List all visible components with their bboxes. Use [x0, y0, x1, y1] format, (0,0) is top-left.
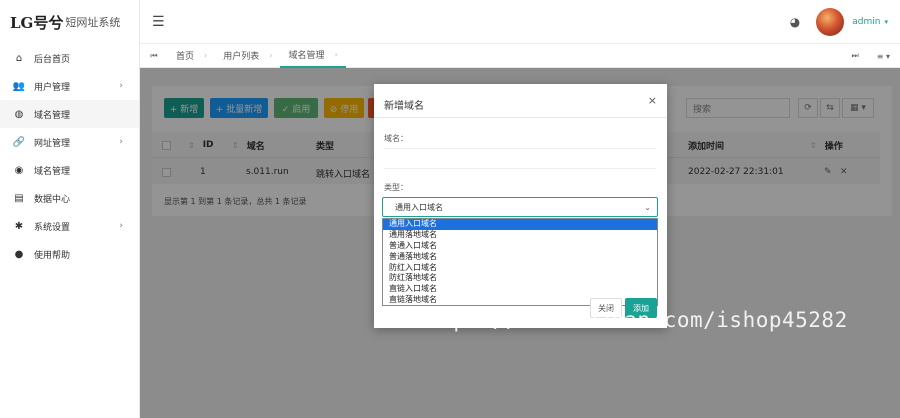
tab-label: 域名管理: [288, 51, 325, 61]
tab-label: 用户列表: [223, 52, 260, 62]
info-icon: ●: [14, 248, 24, 260]
tab-chevron-icon: ›: [334, 50, 338, 59]
sidebar-item-label: 域名管理: [34, 110, 71, 121]
tab-menu-icon[interactable]: ≡ ▾: [877, 52, 890, 61]
domain-input[interactable]: [384, 148, 656, 149]
chevron-right-icon: ›: [119, 221, 123, 231]
avatar[interactable]: [816, 8, 845, 36]
dropdown-option[interactable]: 防红落地域名: [383, 273, 657, 284]
user-caret-icon[interactable]: ▾: [884, 18, 888, 26]
chevron-right-icon: ›: [119, 137, 123, 147]
tab-prev-icon[interactable]: ⏮: [140, 51, 168, 61]
close-icon[interactable]: ×: [648, 94, 657, 107]
sidebar-item-7[interactable]: ● 使用帮助: [0, 240, 139, 268]
tab-0[interactable]: 首页 ›: [168, 44, 215, 68]
gear-icon: ✱: [14, 220, 24, 232]
sidebar-item-3[interactable]: 🔗 网址管理 ›: [0, 128, 139, 156]
dialog-title: 新增域名: [384, 101, 424, 112]
type-dropdown-list: 通用入口域名 通用落地域名 普通入口域名 普通落地域名 防红入口域名 防红落地域名 直链入口…: [382, 218, 658, 306]
sidebar-item-2[interactable]: ◍ 域名管理: [0, 100, 139, 128]
theme-palette-icon[interactable]: ◕: [790, 15, 800, 29]
divider: [384, 168, 656, 169]
eye-icon: ◉: [14, 164, 24, 176]
domain-label: 域名：: [384, 134, 408, 143]
link-icon: 🔗: [12, 136, 26, 148]
page-tabs: ⏮ 首页 › 用户列表 › 域名管理 › ⏭ ≡ ▾: [140, 44, 900, 68]
sidebar-item-label: 域名管理: [34, 166, 71, 177]
sidebar-item-0[interactable]: ⌂ 后台首页: [0, 44, 139, 72]
sidebar-item-6[interactable]: ✱ 系统设置 ›: [0, 212, 139, 240]
sidebar-item-label: 用户管理: [34, 82, 71, 93]
tab-chevron-icon: ›: [269, 51, 273, 60]
tab-label: 首页: [176, 52, 195, 62]
dropdown-option[interactable]: 通用入口域名: [383, 219, 657, 230]
dropdown-option[interactable]: 防红入口域名: [383, 263, 657, 274]
logo-sub-text: 短网址系统: [65, 16, 121, 29]
dropdown-option[interactable]: 通用落地域名: [383, 230, 657, 241]
type-select-value: 通用入口域名: [395, 202, 443, 212]
tab-1[interactable]: 用户列表 ›: [215, 44, 280, 68]
sidebar-item-label: 后台首页: [34, 54, 71, 65]
sidebar-item-1[interactable]: 👥 用户管理 ›: [0, 72, 139, 100]
sidebar-item-5[interactable]: ▤ 数据中心: [0, 184, 139, 212]
sidebar: LG号兮 短网址系统 ⌂ 后台首页 👥 用户管理 › ◍ 域名管理 🔗 网址管理 › ◉ 域名管理 ▤ 数…: [0, 0, 140, 418]
logo[interactable]: LG号兮 短网址系统: [0, 0, 139, 44]
type-select[interactable]: 通用入口域名 ⌄: [382, 197, 658, 217]
dropdown-option[interactable]: 直链入口域名: [383, 284, 657, 295]
chevron-down-icon: ⌄: [644, 202, 651, 212]
tab-chevron-icon: ›: [204, 51, 208, 60]
sidebar-item-label: 网址管理: [34, 138, 71, 149]
type-label: 类型：: [384, 183, 408, 192]
database-icon: ▤: [14, 192, 24, 204]
chevron-right-icon: ›: [119, 81, 123, 91]
user-name[interactable]: admin: [852, 17, 880, 27]
dropdown-option[interactable]: 普通落地域名: [383, 252, 657, 263]
dropdown-option[interactable]: 普通入口域名: [383, 241, 657, 252]
sidebar-item-label: 系统设置: [34, 222, 71, 233]
menu-toggle-icon[interactable]: ☰: [152, 14, 165, 30]
divider: [374, 117, 667, 118]
sidebar-item-4[interactable]: ◉ 域名管理: [0, 156, 139, 184]
watermark: https://www.huzhan.com/ishop45282: [414, 308, 848, 332]
home-icon: ⌂: [15, 52, 23, 64]
sidebar-item-label: 使用帮助: [34, 250, 71, 261]
top-header: ☰ ◕ admin ▾: [140, 0, 900, 44]
tab-2[interactable]: 域名管理 ›: [280, 44, 346, 68]
globe-icon: ◍: [14, 108, 24, 120]
logo-main-text: LG号兮: [10, 13, 64, 32]
sidebar-item-label: 数据中心: [34, 194, 71, 205]
tab-next-icon[interactable]: ⏭: [852, 51, 859, 61]
add-domain-dialog: 新增域名 × 域名： 类型： 通用入口域名 ⌄ 通用入口域名 通用落地域名 普通入口…: [374, 84, 667, 328]
users-icon: 👥: [12, 80, 26, 92]
